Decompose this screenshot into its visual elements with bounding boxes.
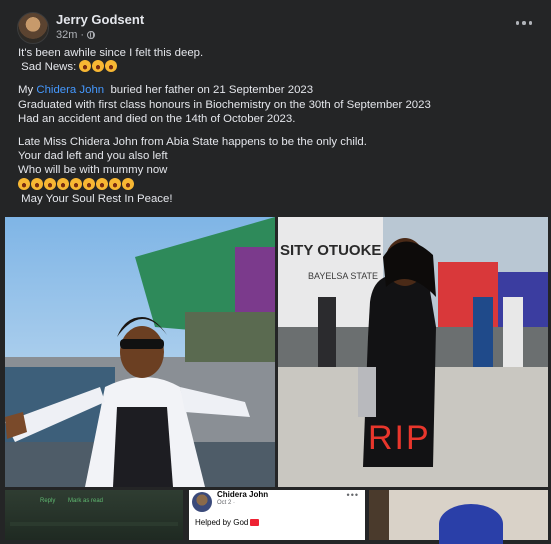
emoji-icon — [250, 519, 260, 526]
crying-emoji-icon — [83, 177, 95, 190]
post-closing: May Your Soul Rest In Peace! — [18, 192, 173, 205]
crying-emoji-icon — [96, 177, 108, 190]
crying-emoji-icon — [109, 177, 121, 190]
comment-time: Oct 2 · — [217, 500, 236, 506]
crying-emoji-icon — [105, 60, 118, 73]
photo-3[interactable]: Reply Mark as read — [5, 490, 183, 540]
globe-icon — [87, 31, 96, 39]
crying-emoji-icon — [79, 60, 92, 73]
photo-4[interactable]: Chidera John Oct 2 · ••• Helped by God — [189, 490, 365, 540]
crying-emoji-icon — [31, 177, 43, 190]
crying-emoji-icon — [57, 177, 69, 190]
photo-2[interactable]: SITY OTUOKE BAYELSA STATE RIP — [278, 217, 548, 487]
author-avatar[interactable] — [17, 12, 49, 44]
reply-label: Reply — [40, 498, 56, 504]
post-line-4: Graduated with first class honours in Bi… — [18, 98, 431, 111]
more-options-icon[interactable] — [513, 14, 535, 32]
photo-2-image: SITY OTUOKE BAYELSA STATE RIP — [278, 217, 548, 487]
comment-avatar — [192, 492, 212, 512]
post-line-8: Who will be with mummy now — [18, 164, 168, 177]
post-line-6: Late Miss Chidera John from Abia State h… — [18, 136, 367, 149]
post-line-2: Sad News: — [18, 60, 538, 74]
post-line-3: My Chidera John buried her father on 21 … — [18, 84, 314, 97]
photo-5[interactable] — [369, 490, 548, 544]
crying-emoji-icon — [92, 60, 105, 73]
post-line-1: It's been awhile since I felt this deep. — [18, 47, 204, 59]
post-header: Jerry Godsent 32m · — [17, 12, 537, 44]
crying-emoji-icon — [70, 177, 82, 190]
comment-more-icon: ••• — [346, 490, 359, 500]
post-line-7: Your dad left and you also left — [18, 150, 168, 163]
rip-overlay: RIP — [368, 419, 431, 457]
post-time[interactable]: 32m — [56, 29, 77, 41]
photo-grid: SITY OTUOKE BAYELSA STATE RIP — [5, 217, 548, 487]
crying-emoji-icon — [122, 177, 134, 190]
comment-body: Helped by God — [195, 518, 260, 527]
photo-1-image — [5, 217, 275, 487]
sign-subtext: BAYELSA STATE — [308, 271, 378, 281]
crying-emoji-icon — [44, 177, 56, 190]
post-card: Jerry Godsent 32m · It's been awhile sin… — [0, 0, 551, 544]
sign-text: SITY OTUOKE — [280, 242, 381, 259]
post-meta: 32m · — [56, 29, 96, 41]
post-line-5: Had an accident and died on the 14th of … — [18, 112, 296, 125]
photo-strip: Reply Mark as read Chidera John Oct 2 · … — [5, 490, 548, 544]
author-name[interactable]: Jerry Godsent — [56, 12, 144, 27]
crying-emoji-icon — [18, 177, 30, 190]
emoji-row — [18, 177, 538, 192]
comment-author: Chidera John — [217, 490, 269, 499]
mark-read-label: Mark as read — [68, 498, 104, 504]
post-text: It's been awhile since I felt this deep.… — [18, 46, 538, 206]
photo-1[interactable] — [5, 217, 275, 487]
mention-link[interactable]: Chidera John — [36, 84, 104, 96]
